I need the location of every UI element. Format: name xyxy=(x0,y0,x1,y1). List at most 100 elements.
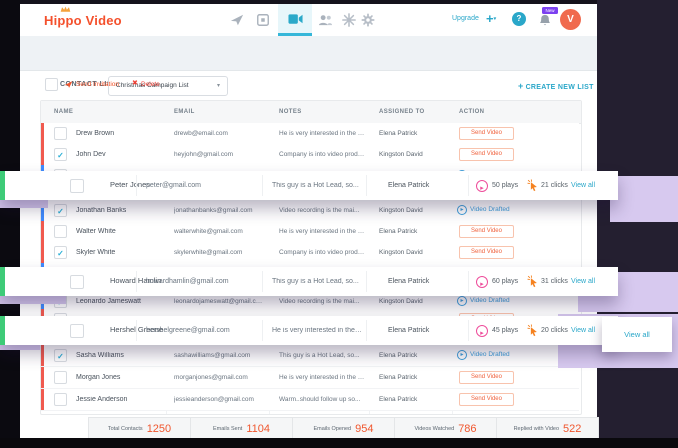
send-video-button[interactable]: Send Video xyxy=(459,371,514,384)
row-checkbox[interactable] xyxy=(54,371,67,384)
notifications-bell-icon[interactable] xyxy=(539,14,551,32)
settings-gear-icon[interactable] xyxy=(361,13,375,27)
contact-assigned: Kingston David xyxy=(379,207,449,214)
help-button[interactable]: ? xyxy=(512,12,526,26)
contacts-table: NAME EMAIL NOTES ASSIGNED TO ACTION Drew… xyxy=(40,100,582,415)
highlighted-contact-card[interactable]: Peter Jones peter@gmail.com This guy is … xyxy=(0,171,618,200)
video-drafted-status[interactable]: Video Drafted xyxy=(457,205,510,215)
backdrop-right xyxy=(597,0,678,448)
screen: Hippo Video xyxy=(0,0,678,448)
row-checkbox[interactable] xyxy=(70,275,84,289)
table-row: Jessie Anderson jessieanderson@gmail.com… xyxy=(41,389,579,411)
play-circle-icon xyxy=(457,296,467,306)
column-divider xyxy=(136,175,137,196)
contact-assigned: Kingston David xyxy=(379,298,449,305)
integrations-icon[interactable] xyxy=(342,13,356,27)
card-accent xyxy=(0,267,5,296)
contact-email: jonathanbanks@gmail.com xyxy=(174,207,264,214)
hippo-video-logo[interactable]: Hippo Video xyxy=(44,13,122,28)
video-camera-tab[interactable] xyxy=(278,4,312,36)
play-circle-icon xyxy=(457,205,467,215)
column-divider xyxy=(136,320,137,341)
view-all-link[interactable]: View all xyxy=(571,327,595,335)
contact-notes: This guy is a Hot Lead, so... xyxy=(272,182,362,190)
send-video-button[interactable]: Send Video xyxy=(459,393,514,406)
campaign-list-dropdown[interactable]: Christmas Campaign List ▾ xyxy=(108,76,228,96)
top-bar: Hippo Video xyxy=(20,4,597,37)
contact-email: leonardojameswatt@gmail.com xyxy=(174,298,264,305)
col-notes: NOTES xyxy=(279,109,302,115)
highlighted-contact-card[interactable]: Hershel Greene hershelgreene@gmail.com H… xyxy=(0,316,618,345)
column-divider xyxy=(262,320,263,341)
send-invitation-button[interactable]: Send Invitation xyxy=(76,81,119,88)
row-checkbox[interactable] xyxy=(54,204,67,217)
col-assigned: ASSIGNED TO xyxy=(379,109,425,115)
row-checkbox[interactable] xyxy=(54,393,67,406)
action-cell: Send Video Send Video xyxy=(452,144,579,165)
highlighted-contact-card[interactable]: Howard Hamlin howardhamlin@gmail.com Thi… xyxy=(0,267,618,296)
send-video-button[interactable]: Send Video xyxy=(459,148,514,161)
card-accent xyxy=(0,171,5,200)
column-divider xyxy=(468,175,469,196)
row-checkbox[interactable] xyxy=(54,349,67,362)
contact-assigned: Elena Patrick xyxy=(388,182,429,190)
floating-view-all-card[interactable]: View all xyxy=(602,317,672,352)
clicks-icon xyxy=(527,275,539,288)
contact-email: peter@gmail.com xyxy=(146,182,201,190)
row-accent xyxy=(41,345,44,366)
contact-name: Peter Jones xyxy=(110,181,150,189)
row-checkbox[interactable] xyxy=(70,324,84,338)
send-video-button[interactable]: Send Video xyxy=(459,127,514,140)
row-accent xyxy=(41,389,44,410)
contact-email: drewb@email.com xyxy=(174,130,264,137)
view-all-link[interactable]: View all xyxy=(571,278,595,286)
upgrade-link[interactable]: Upgrade xyxy=(452,15,479,22)
video-drafted-status[interactable]: Video Drafted xyxy=(457,350,510,360)
create-new-list-button[interactable]: +CREATE NEW LIST xyxy=(518,81,594,91)
contact-email: jessieanderson@gmail.com xyxy=(174,396,264,403)
chevron-down-icon: ▾ xyxy=(217,82,220,89)
row-checkbox[interactable] xyxy=(54,225,67,238)
send-video-button[interactable]: Send Video xyxy=(459,246,514,259)
column-divider xyxy=(136,271,137,292)
table-row: Drew Brown drewb@email.com He is very in… xyxy=(41,123,579,145)
clicks-count: 21 clicks xyxy=(541,182,568,190)
row-checkbox[interactable] xyxy=(70,179,84,193)
contact-notes: He is very interested in the prod... xyxy=(279,374,365,381)
select-all-checkbox[interactable] xyxy=(45,78,58,91)
send-plane-icon xyxy=(64,80,73,89)
stat-videos-watched: Videos Watched786 xyxy=(394,418,496,439)
row-accent xyxy=(41,144,44,165)
row-checkbox[interactable] xyxy=(54,148,67,161)
plays-icon xyxy=(476,325,488,337)
row-checkbox[interactable] xyxy=(54,127,67,140)
contact-name: Jessie Anderson xyxy=(76,396,161,404)
contact-notes: He is very interested in the prod... xyxy=(279,130,365,137)
row-checkbox[interactable] xyxy=(54,246,67,259)
table-row: Jonathan Banks jonathanbanks@gmail.com V… xyxy=(41,200,579,222)
paper-plane-icon[interactable] xyxy=(230,13,244,27)
send-video-button[interactable]: Send Video xyxy=(459,225,514,238)
plays-icon xyxy=(476,180,488,192)
app-window: Hippo Video xyxy=(20,4,597,438)
contact-name: Drew Brown xyxy=(76,130,161,138)
table-row: Sasha Williams sashawilliams@gmail.com T… xyxy=(41,345,579,367)
view-all-link[interactable]: View all xyxy=(624,330,650,339)
contact-name: John Dev xyxy=(76,151,161,159)
contact-assigned: Elena Patrick xyxy=(388,327,429,335)
table-row: Skyler White skylerwhite@gmail.com Compa… xyxy=(41,242,579,264)
contacts-icon[interactable] xyxy=(318,13,332,27)
contact-email: heyjohn@gmail.com xyxy=(174,151,264,158)
delete-button[interactable]: Delete xyxy=(141,81,160,88)
contact-notes: Video recording is the mai... xyxy=(279,207,365,214)
action-cell: Video Drafted Video Drafted xyxy=(452,200,579,221)
stat-replied-with-video: Replied with Video522 xyxy=(496,418,598,439)
new-badge: New xyxy=(542,7,558,14)
quick-add-button[interactable]: +▾ xyxy=(486,11,496,26)
view-all-link[interactable]: View all xyxy=(571,182,595,190)
contact-name: Jonathan Banks xyxy=(76,207,161,215)
stop-square-icon[interactable] xyxy=(256,13,270,27)
avatar[interactable]: V xyxy=(560,9,581,30)
video-drafted-status[interactable]: Video Drafted xyxy=(457,296,510,306)
backdrop-left xyxy=(0,0,20,448)
